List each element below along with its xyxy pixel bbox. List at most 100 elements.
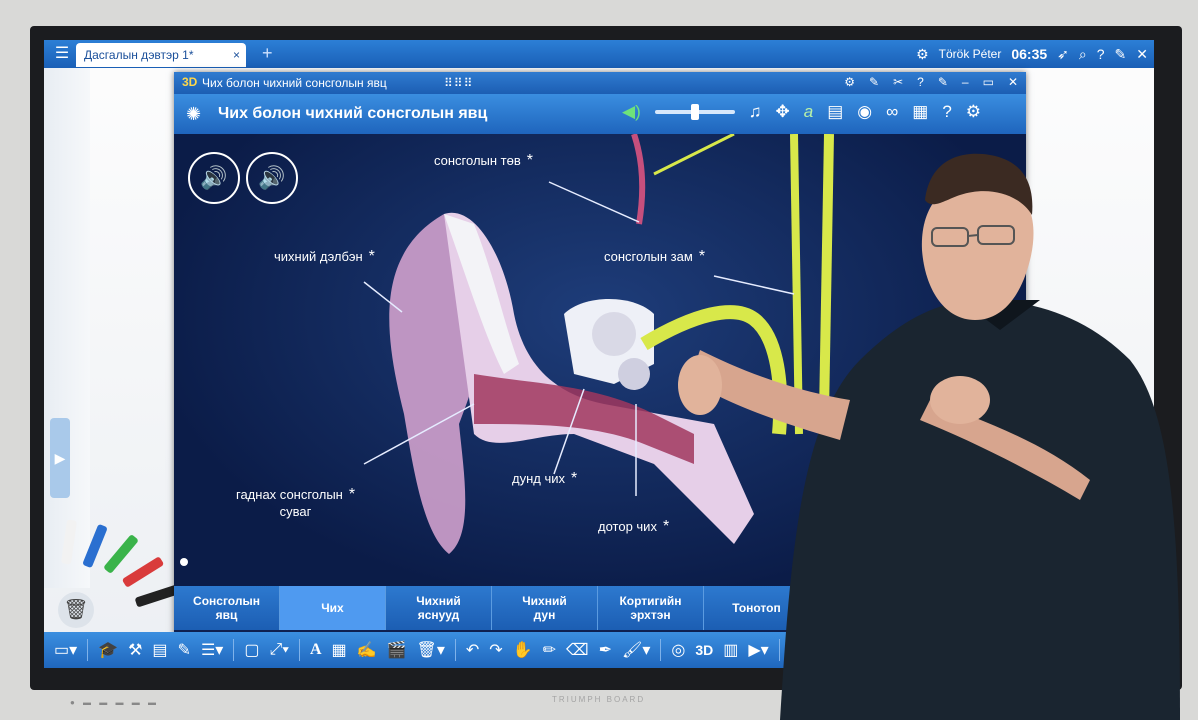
graduation-cap-icon[interactable]: 🎓 <box>98 640 118 660</box>
search-icon[interactable]: ⌕ <box>1079 46 1087 62</box>
rocket-icon[interactable]: ➶ <box>1057 46 1069 62</box>
music-icon[interactable]: ♫ <box>749 102 762 122</box>
edit-icon[interactable]: ✎ <box>938 75 948 89</box>
label-sonsgol-zam[interactable]: сонсголын зам * <box>604 248 705 266</box>
separator <box>778 639 780 661</box>
board-menu-icon[interactable]: ▭▾ <box>54 640 77 660</box>
brush-tool-icon[interactable]: 🖌▾ <box>622 640 650 660</box>
eraser-icon[interactable]: ⌫ <box>566 640 589 660</box>
minimize-icon[interactable]: – <box>962 75 969 89</box>
indicator-dot[interactable] <box>180 558 188 566</box>
add-tab-icon[interactable]: + <box>262 43 273 64</box>
home-icon[interactable]: ⌂ <box>790 641 800 659</box>
hand-icon[interactable]: ✋ <box>513 640 533 660</box>
pen-black[interactable] <box>134 584 180 608</box>
settings-icon[interactable]: ⚙ <box>844 75 855 89</box>
link-icon[interactable]: ∞ <box>886 102 898 122</box>
record-icon[interactable]: ◎ <box>671 640 685 660</box>
volume-slider-knob[interactable] <box>690 104 699 120</box>
tab-sonsgolyn-yavts[interactable]: Сонсголын явц <box>174 586 280 630</box>
label-dund-chikh[interactable]: дунд чих * <box>512 470 577 488</box>
speaker-button-2[interactable]: 🔊 <box>246 152 298 204</box>
pen-red[interactable] <box>121 556 165 588</box>
user-name[interactable]: Török Péter <box>939 47 1002 61</box>
speaker-button-1[interactable]: 🔊 <box>188 152 240 204</box>
edit-window-icon[interactable]: ✎ <box>1115 46 1127 62</box>
volume-icon[interactable]: ◀) <box>622 102 641 122</box>
maximize-icon[interactable]: ▭ <box>983 75 994 89</box>
delete-icon[interactable]: 🗑▾ <box>417 640 445 660</box>
label-text: дунд чих <box>512 471 565 486</box>
device-ports: ● ▬ ▬ ▬ ▬ ▬ <box>70 698 159 707</box>
pen-tool-icon[interactable]: ✏ <box>543 640 556 660</box>
close-app-icon[interactable]: ✕ <box>1136 46 1148 62</box>
tab-label-line1: Чихний <box>522 594 567 608</box>
section-tabs: Сонсголын явц Чих Чихний яснууд Чихний дун … <box>174 586 1026 630</box>
book-icon[interactable]: ▤ <box>827 102 843 122</box>
text-tool-icon[interactable]: A <box>310 641 322 659</box>
tools-icon[interactable]: ✂ <box>893 75 903 89</box>
brand-logo: TRIUMPH BOARD <box>552 695 646 704</box>
tab-label-line1: Чихний <box>416 594 461 608</box>
clapper-icon[interactable]: 🎬 <box>387 640 407 660</box>
table-icon[interactable]: ▦ <box>332 640 347 660</box>
tab-chikhnii-yasnuud[interactable]: Чихний яснууд <box>386 586 492 630</box>
new-page-icon[interactable]: ▢ <box>244 640 259 660</box>
left-side-panel: ▶ <box>44 68 90 588</box>
close-window-icon[interactable]: ✕ <box>1008 75 1018 89</box>
film-icon[interactable]: ▥ <box>723 640 738 660</box>
font-icon[interactable]: a <box>804 102 813 122</box>
help-icon[interactable]: ? <box>942 102 951 122</box>
add-icon[interactable]: ✚ <box>887 598 902 619</box>
app-toolbar: ◀) ♫ ✥ a ▤ ◉ ∞ ▦ ? ⚙ <box>622 102 981 122</box>
hamburger-menu-icon[interactable]: ☰ <box>52 44 72 64</box>
close-tab-icon[interactable]: × <box>233 43 240 67</box>
redo-icon[interactable]: ↷ <box>489 640 502 660</box>
camera-icon[interactable]: ◉ <box>857 102 872 122</box>
bottom-toolbar: ▭▾ 🎓 ⚒ ▤ ✎ ☰▾ ▢ ⤢▾ A ▦ ✍ 🎬 🗑▾ ↶ ↷ ✋ ✏ ⌫ … <box>44 632 1154 668</box>
separator <box>298 639 300 661</box>
hammer-icon[interactable]: ⚒ <box>128 640 142 660</box>
undo-icon[interactable]: ↶ <box>466 640 479 660</box>
pen-icon[interactable]: ✎ <box>869 75 879 89</box>
side-panel-toggle[interactable]: ▶ <box>50 418 70 498</box>
settings-gear-icon[interactable]: ⚙ <box>966 102 981 122</box>
tab-label-line1: Сонсголын <box>193 594 260 608</box>
volume-slider[interactable] <box>654 104 735 120</box>
tab-chikhnii-dun[interactable]: Чихний дун <box>492 586 598 630</box>
ear-3d-scene[interactable]: 🔊 🔊 сонсголын төв * чихний дэлбэн * сонсго… <box>174 134 1026 586</box>
document-icon[interactable]: ▤ <box>152 640 167 660</box>
drag-grip-icon[interactable]: ⠿⠿⠿ <box>444 76 473 90</box>
tab-kortigiin-erkhten[interactable]: Кортигийн эрхтэн <box>598 586 704 630</box>
checklist-icon[interactable]: ☑ <box>828 598 844 619</box>
move-icon[interactable]: ✥ <box>776 102 790 122</box>
play-icon[interactable]: ▶▾ <box>748 640 768 660</box>
label-gadnakh-suvag[interactable]: гаднах сонсголын * суваг <box>236 486 355 519</box>
add-page-icon[interactable]: ⊞ <box>858 598 873 619</box>
tab-chikh[interactable]: Чих <box>280 586 386 630</box>
pen-white[interactable] <box>60 519 78 565</box>
layers-icon[interactable]: ☰▾ <box>201 640 223 660</box>
pen-blue[interactable] <box>82 523 108 569</box>
window-title-bar[interactable]: 3D Чих болон чихний сонсголын явц ⠿⠿⠿ ⚙ … <box>174 72 1026 94</box>
tab-tonotop[interactable]: Тонотоп <box>704 586 810 630</box>
label-dotor-chikh[interactable]: дотор чих * <box>598 518 669 536</box>
shape-link-icon[interactable]: ⤢▾ <box>269 641 289 659</box>
trash-icon[interactable]: 🗑 <box>58 592 94 628</box>
document-tab[interactable]: Дасгалын дэвтэр 1* × <box>76 43 246 67</box>
help-icon[interactable]: ? <box>917 75 924 89</box>
label-sonsgol-tuv[interactable]: сонсголын төв * <box>434 152 533 170</box>
label-chikhnii-delben[interactable]: чихний дэлбэн * <box>274 248 375 266</box>
3d-icon[interactable]: 3D <box>695 642 713 658</box>
settings-gear-icon[interactable]: ⚙ <box>916 46 929 62</box>
window-controls: ⚙ ✎ ✂ ? ✎ – ▭ ✕ <box>844 75 1018 89</box>
tab-label-line1: Кортигийн <box>619 594 682 608</box>
pen-green[interactable] <box>103 533 139 575</box>
highlighter-icon[interactable]: ✒ <box>599 640 612 660</box>
help-icon[interactable]: ? <box>1097 46 1105 62</box>
pin-icon[interactable]: ✎ <box>178 640 191 660</box>
grid-icon[interactable]: ▦ <box>912 102 928 122</box>
magic-pen-icon[interactable]: ✍ <box>357 640 377 660</box>
label-star: * <box>368 248 375 265</box>
tab-label-line1: Тонотоп <box>732 601 781 615</box>
